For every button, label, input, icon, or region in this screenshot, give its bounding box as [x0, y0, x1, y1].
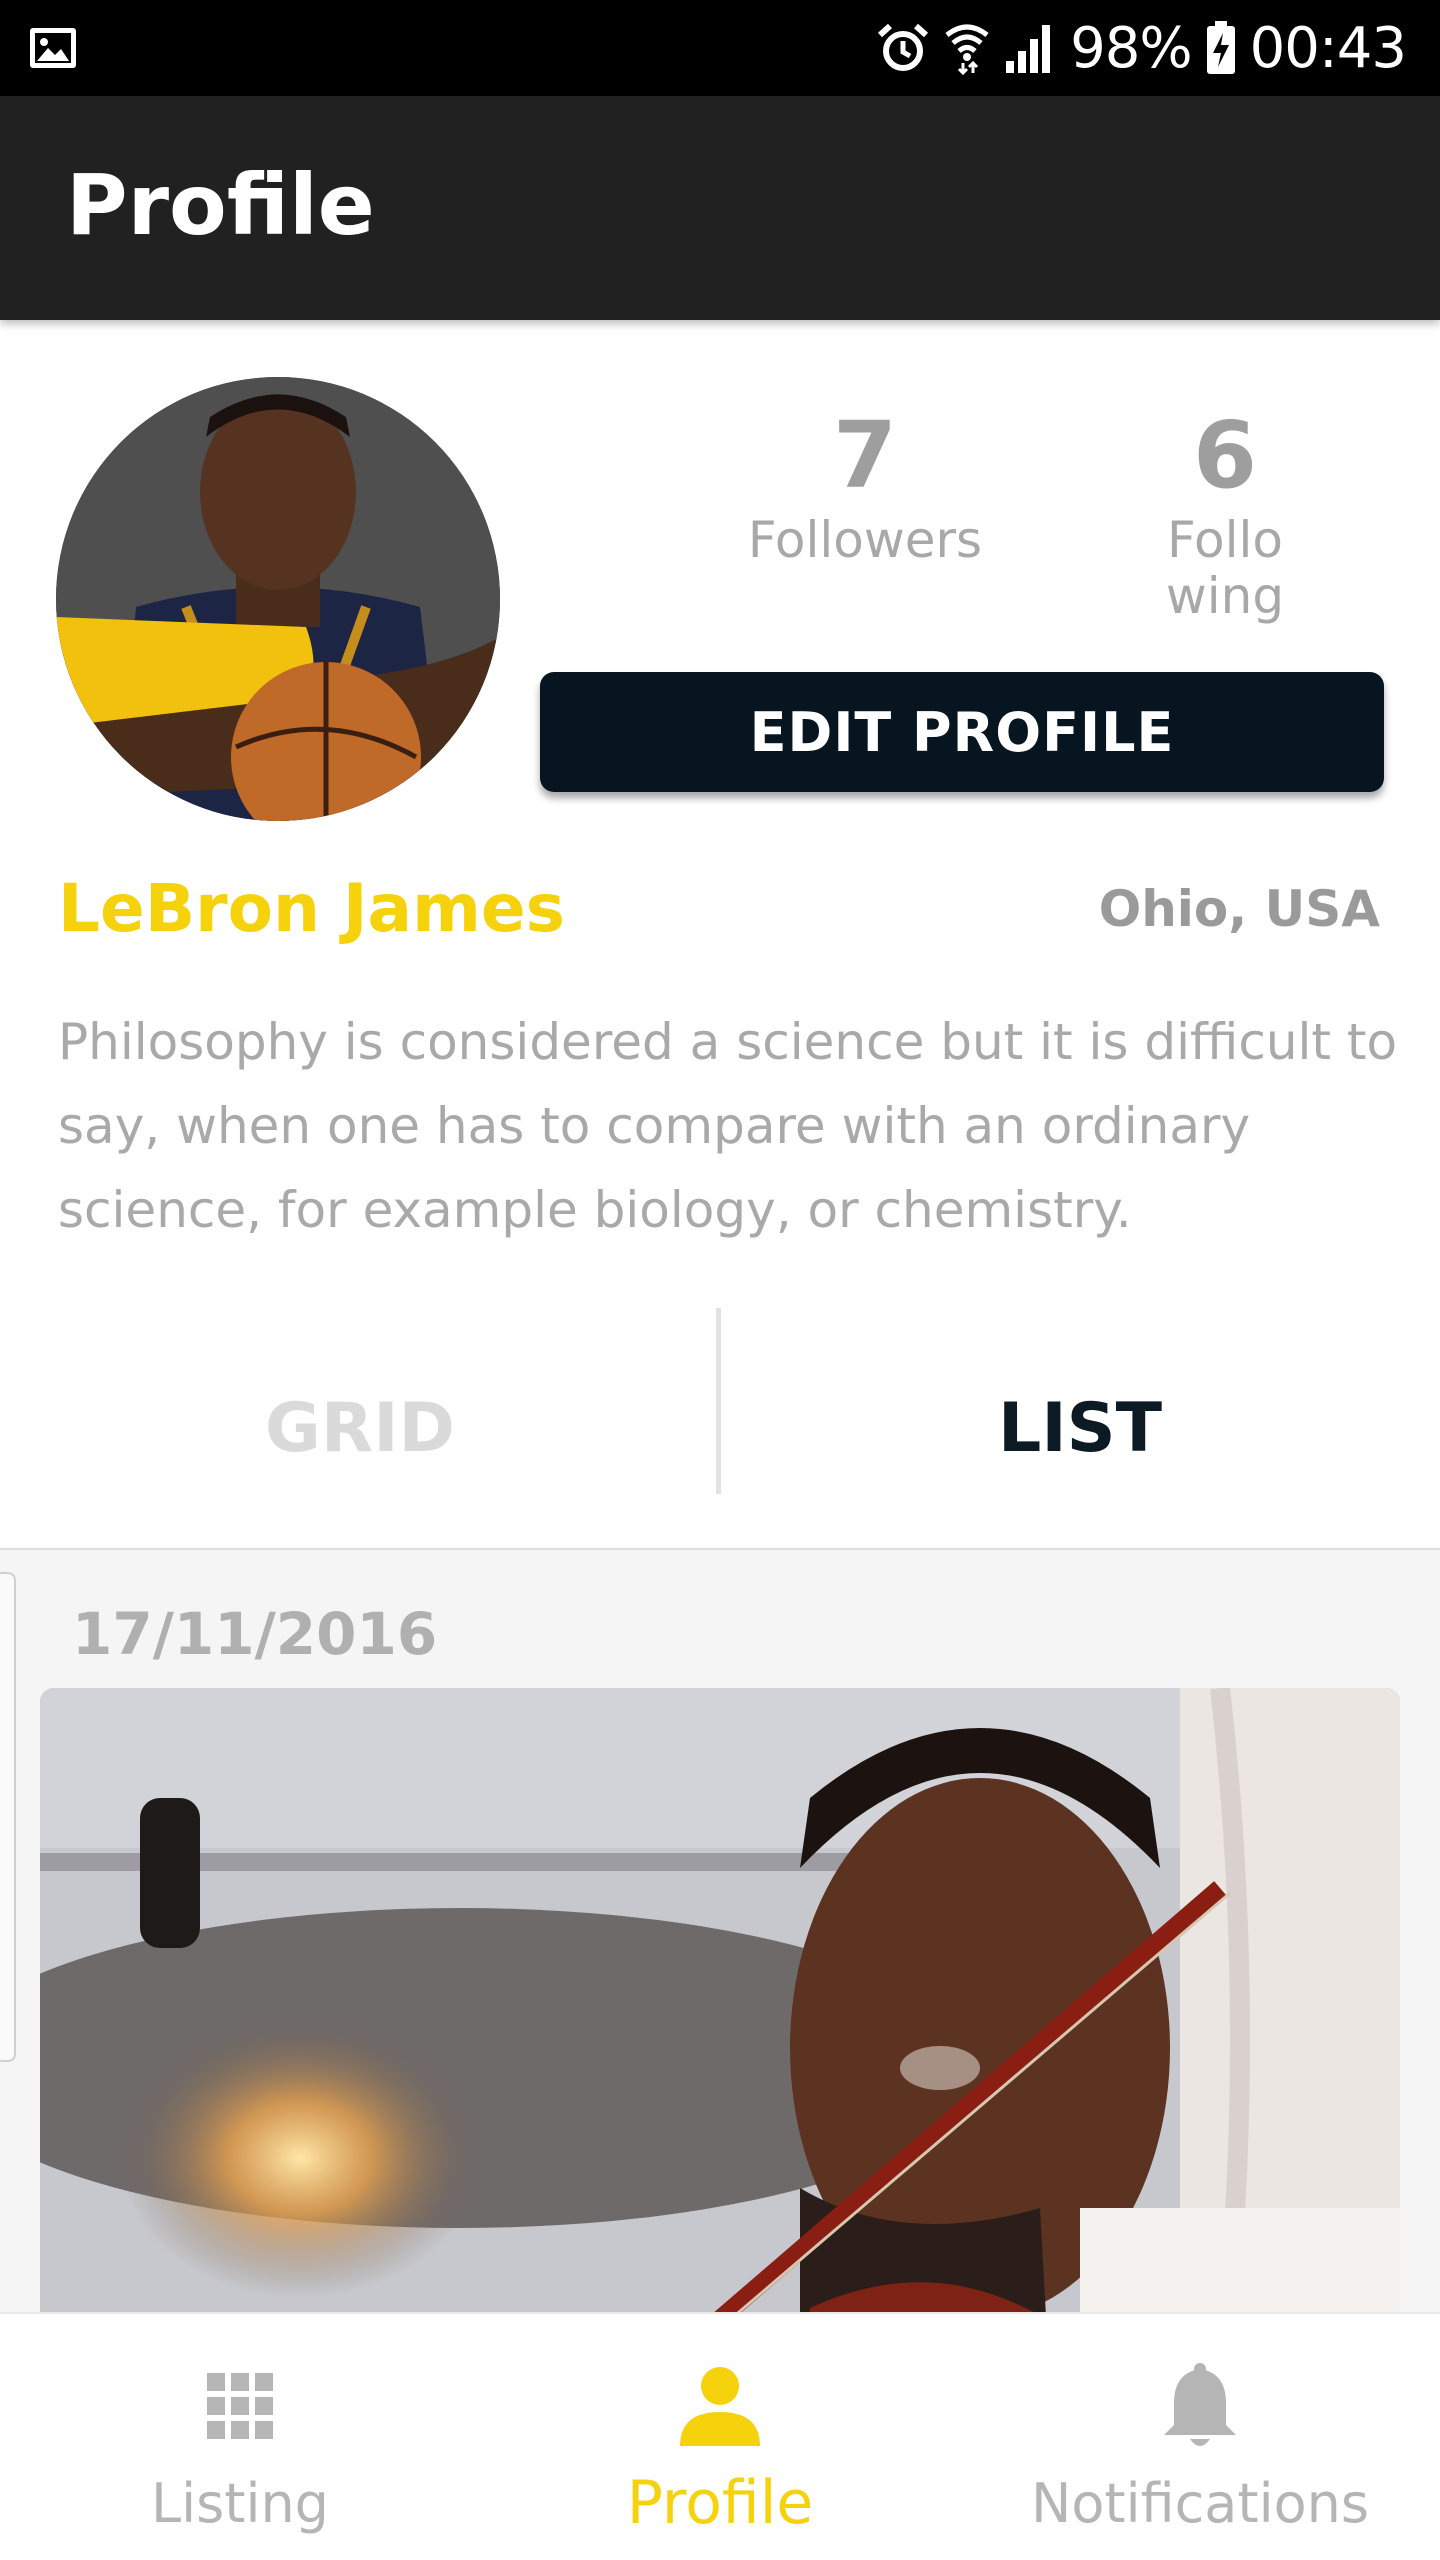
- user-bio: Philosophy is considered a science but i…: [58, 1013, 1398, 1239]
- followers-stat[interactable]: 7 Followers: [740, 400, 990, 568]
- battery-charging-icon: [1206, 21, 1235, 74]
- view-toggle-tabs: GRID LIST: [0, 1308, 1440, 1548]
- edit-profile-button[interactable]: EDIT PROFILE: [540, 672, 1384, 792]
- user-location: Ohio, USA: [1098, 880, 1380, 938]
- post-image[interactable]: [40, 1688, 1400, 2388]
- post-photo: [40, 1688, 1400, 2388]
- following-stat[interactable]: 6 Follo wing: [1140, 400, 1310, 624]
- following-count: 6: [1192, 402, 1257, 509]
- signal-icon: [1006, 25, 1051, 73]
- battery-percent: 98%: [1070, 15, 1192, 81]
- followers-label: Followers: [747, 511, 983, 569]
- nav-item-notifications[interactable]: Notifications: [960, 2314, 1440, 2560]
- nav-item-profile[interactable]: Profile: [480, 2314, 960, 2560]
- nav-item-listing[interactable]: Listing: [0, 2314, 480, 2560]
- avatar-photo: [56, 377, 500, 821]
- clock: 00:43: [1249, 15, 1407, 81]
- tab-list[interactable]: LIST: [720, 1308, 1440, 1548]
- grid-icon: [190, 2356, 290, 2456]
- status-bar: 98% 00:43: [0, 0, 1440, 96]
- alarm-icon: [878, 23, 929, 71]
- user-name: LeBron James: [58, 870, 565, 947]
- wifi-icon: [945, 24, 989, 75]
- post-date: 17/11/2016: [72, 1600, 438, 1668]
- nav-label-profile: Profile: [626, 2468, 814, 2538]
- following-label-line1: Follo: [1167, 511, 1283, 569]
- nav-label-listing: Listing: [151, 2472, 329, 2535]
- tab-grid[interactable]: GRID: [0, 1308, 720, 1548]
- avatar[interactable]: [56, 377, 500, 821]
- following-label-line2: wing: [1165, 567, 1285, 625]
- followers-count: 7: [832, 402, 897, 509]
- page-title: Profile: [66, 156, 375, 254]
- bottom-navigation: Listing Profile Notifications: [0, 2312, 1440, 2560]
- person-icon: [670, 2356, 770, 2456]
- bell-icon: [1150, 2356, 1250, 2456]
- feed-card-edge: [0, 1572, 16, 2062]
- gallery-notification-icon: [30, 28, 76, 68]
- app-bar: Profile: [0, 96, 1440, 320]
- nav-label-notifications: Notifications: [1031, 2472, 1369, 2535]
